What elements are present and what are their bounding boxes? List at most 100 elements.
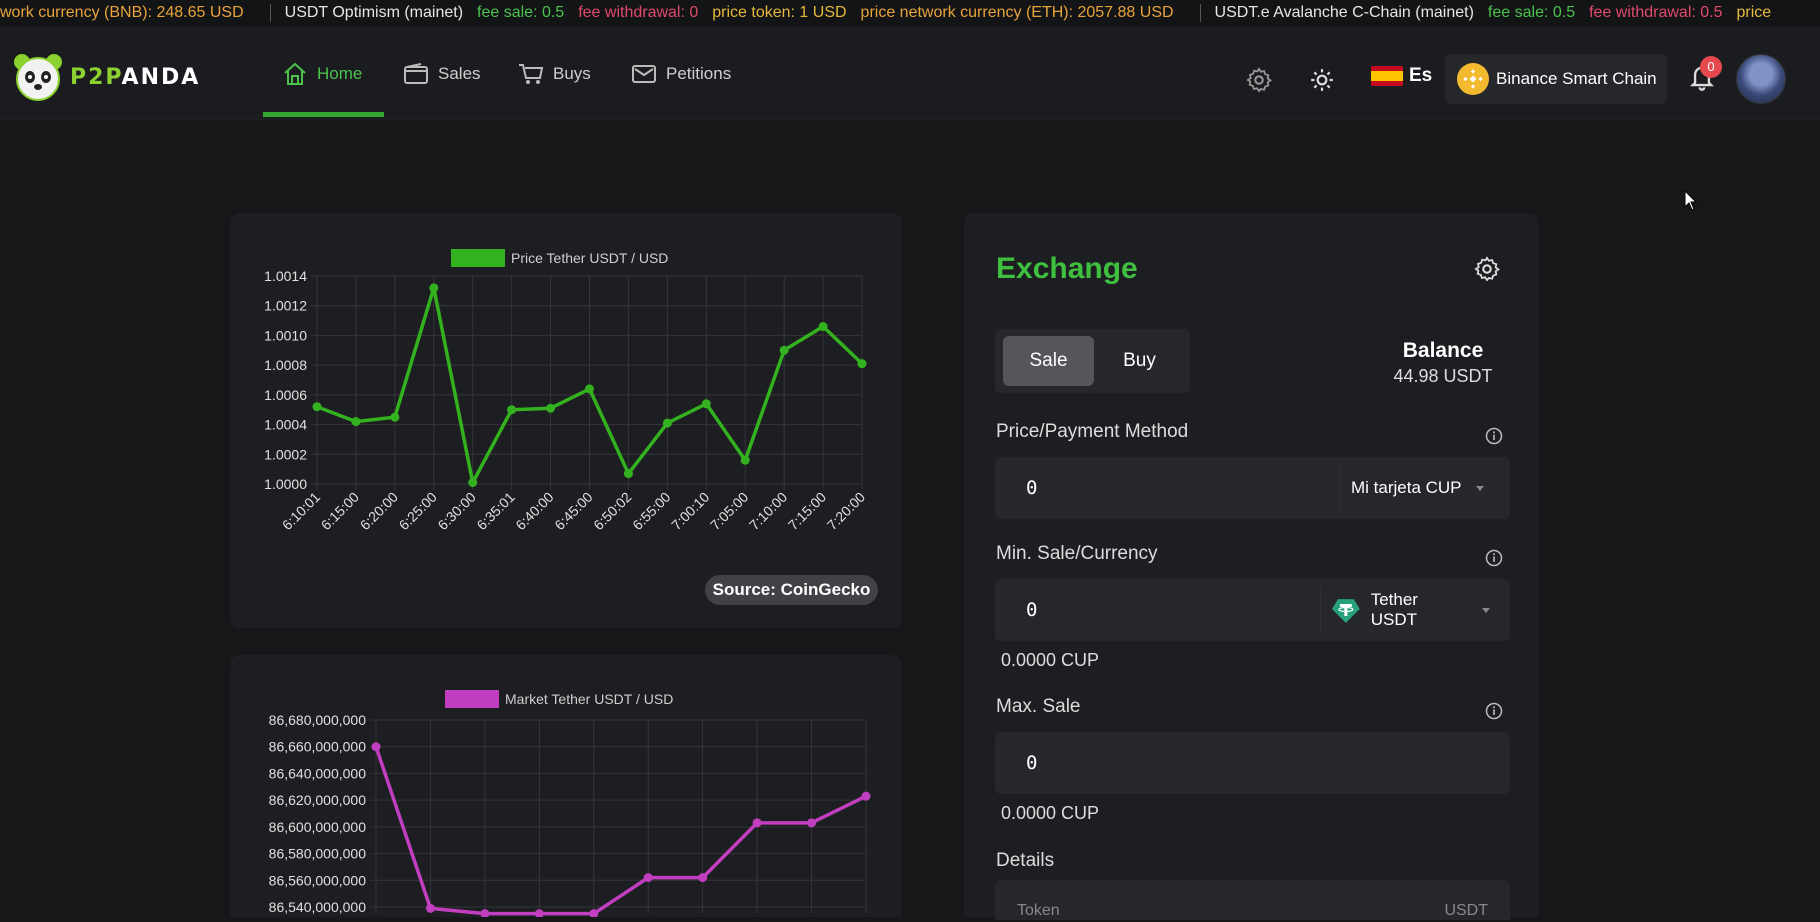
notification-count-badge: 0 (1700, 56, 1722, 78)
currency-select[interactable]: Tether USDT (1320, 587, 1500, 633)
x-tick-label: 6:10:01 (279, 489, 323, 533)
active-tab-indicator (263, 112, 384, 117)
logo[interactable]: P2PANDA (12, 52, 200, 102)
mail-icon (632, 64, 656, 83)
max-sale-label: Max. Sale (996, 696, 1081, 717)
legend-label: Market Tether USDT / USD (505, 691, 673, 707)
x-tick-label: 6:35:01 (473, 489, 517, 533)
user-avatar[interactable] (1736, 54, 1786, 104)
price-input[interactable]: 0 (1026, 477, 1037, 499)
data-point (507, 405, 517, 415)
currency-value: Tether USDT (1370, 590, 1418, 629)
y-tick-label: 1.0002 (264, 446, 307, 462)
max-sale-field[interactable]: 0 (995, 732, 1510, 794)
x-tick-label: 6:55:00 (629, 489, 673, 533)
data-point (468, 478, 478, 488)
ticker-item: USDT.e Avalanche C-Chain (mainet) (1214, 4, 1474, 21)
home-icon (284, 62, 306, 85)
price-chart-card: Price Tether USDT / USD 1.0000 1.0002 1.000… (230, 213, 902, 628)
nav-petitions-label: Petitions (666, 63, 732, 83)
data-point (585, 384, 594, 394)
cart-icon (519, 63, 544, 84)
data-point (861, 791, 871, 801)
data-point (752, 818, 762, 828)
exchange-settings-icon[interactable] (1473, 255, 1501, 288)
info-icon[interactable] (1485, 427, 1503, 445)
min-sale-input[interactable]: 0 (1026, 599, 1037, 621)
min-sale-field[interactable]: 0 Tether USDT (995, 579, 1510, 641)
x-tick-label: 7:20:00 (824, 489, 868, 533)
data-point (534, 909, 544, 919)
nav-sales[interactable]: Sales (403, 27, 481, 120)
data-point (740, 455, 750, 465)
ticker-item: USDT Optimism (mainet) (284, 4, 464, 21)
panda-logo-icon (14, 54, 62, 101)
language-selector[interactable]: Es (1371, 65, 1432, 87)
x-tick-label: 6:20:00 (357, 489, 401, 533)
market-chart: Market Tether USDT / USD 86,540,000,000 86… (269, 690, 871, 919)
details-token-key: Token (1017, 902, 1060, 919)
balance-value: 44.98 USDT (1393, 366, 1493, 386)
info-icon[interactable] (1485, 549, 1503, 567)
data-point (779, 345, 789, 355)
ticker-item: fee sale: 0.5 (477, 4, 565, 21)
x-tick-label: 7:05:00 (707, 489, 751, 533)
ticker-item: price (1736, 4, 1772, 21)
bnb-icon (1457, 63, 1489, 95)
y-tick-label: 86,680,000,000 (269, 712, 367, 728)
network-label: Binance Smart Chain (1496, 69, 1657, 88)
data-point (371, 742, 381, 752)
payment-method-select[interactable]: Mi tarjeta CUP (1340, 465, 1500, 511)
legend-label: Price Tether USDT / USD (511, 250, 668, 266)
nav-sales-label: Sales (438, 63, 481, 83)
y-tick-label: 86,660,000,000 (269, 739, 367, 755)
y-tick-label: 1.0014 (264, 268, 307, 284)
ticker-item: fee sale: 0.5 (1487, 4, 1576, 21)
data-point (807, 818, 817, 828)
network-selector-button[interactable]: Binance Smart Chain (1445, 54, 1667, 104)
max-sale-converted: 0.0000 CUP (1001, 803, 1100, 823)
market-chart-card: Market Tether USDT / USD 86,540,000,000 86… (230, 655, 902, 919)
chevron-down-icon (1482, 607, 1490, 613)
min-sale-label: Min. Sale/Currency (996, 543, 1158, 564)
y-tick-label: 1.0006 (264, 387, 307, 403)
legend-swatch (451, 249, 505, 267)
y-tick-label: 86,640,000,000 (269, 765, 367, 781)
max-sale-input[interactable]: 0 (1026, 752, 1037, 774)
balance-label: Balance (1402, 339, 1484, 362)
nav-petitions[interactable]: Petitions (631, 27, 731, 120)
y-tick-label: 86,600,000,000 (269, 819, 367, 835)
x-tick-label: 7:10:00 (746, 489, 790, 533)
nav-buys[interactable]: Buys (518, 27, 591, 120)
nav-home[interactable]: Home (282, 27, 362, 120)
nav-home-label: Home (317, 63, 363, 83)
price-chart: Price Tether USDT / USD 1.0000 1.0002 1.000… (264, 249, 868, 533)
info-icon[interactable] (1485, 702, 1503, 720)
theme-toggle-icon[interactable] (1309, 67, 1335, 93)
legend-swatch (445, 690, 499, 708)
price-field[interactable]: 0 Mi tarjeta CUP (995, 457, 1510, 519)
mouse-cursor-icon (1684, 190, 1698, 211)
details-token-value: USDT (1444, 902, 1488, 919)
ticker-separator (269, 3, 271, 22)
chevron-down-icon (1475, 485, 1484, 491)
sale-buy-toggle: Sale Buy (995, 329, 1190, 393)
payment-method-value: Mi tarjeta CUP (1351, 478, 1462, 497)
y-tick-label: 86,580,000,000 (269, 846, 367, 862)
details-box: Token USDT (995, 880, 1510, 920)
data-point (351, 417, 361, 427)
source-badge[interactable]: Source: CoinGecko (705, 575, 878, 605)
x-tick-label: 6:40:00 (512, 489, 556, 533)
ticker-separator (1199, 3, 1201, 22)
settings-icon[interactable] (1245, 66, 1273, 94)
details-label: Details (996, 850, 1055, 871)
tab-buy[interactable]: Buy (1094, 336, 1185, 386)
x-tick-label: 6:30:00 (434, 489, 478, 533)
x-tick-label: 7:00:10 (668, 489, 712, 533)
data-point (546, 403, 556, 413)
price-method-label: Price/Payment Method (996, 421, 1189, 442)
ticker-item: price network currency (ETH): 2057.88 US… (860, 4, 1174, 21)
y-tick-label: 86,620,000,000 (269, 792, 367, 808)
tab-sale[interactable]: Sale (1003, 336, 1094, 386)
y-tick-label: 1.0012 (264, 298, 307, 314)
